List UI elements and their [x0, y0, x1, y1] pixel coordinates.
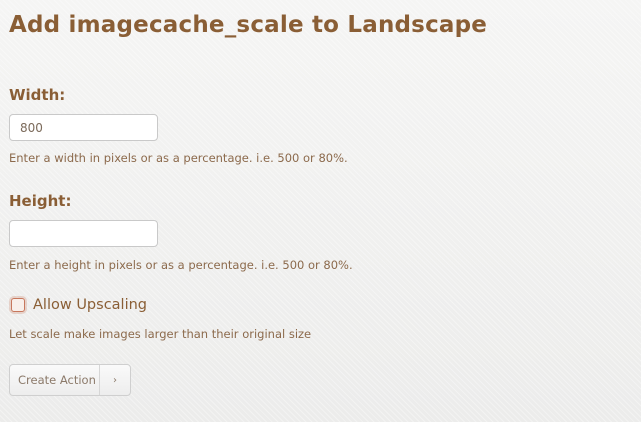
create-action-button[interactable]: Create Action ›	[9, 364, 131, 396]
upscale-checkbox-row[interactable]: Allow Upscaling	[11, 297, 147, 313]
page-title: Add imagecache_scale to Landscape	[9, 12, 488, 38]
height-input[interactable]	[9, 220, 158, 247]
chevron-right-icon: ›	[113, 374, 117, 386]
width-input[interactable]	[9, 114, 158, 141]
page: Add imagecache_scale to Landscape Width:…	[0, 0, 641, 422]
upscale-help-text: Let scale make images larger than their …	[9, 327, 312, 341]
upscale-checkbox[interactable]	[11, 298, 25, 312]
width-help-text: Enter a width in pixels or as a percenta…	[9, 151, 348, 165]
width-label: Width:	[9, 86, 66, 104]
create-action-button-label: Create Action	[18, 373, 96, 387]
height-label: Height:	[9, 192, 72, 210]
upscale-checkbox-label[interactable]: Allow Upscaling	[33, 297, 147, 313]
height-help-text: Enter a height in pixels or as a percent…	[9, 258, 353, 272]
